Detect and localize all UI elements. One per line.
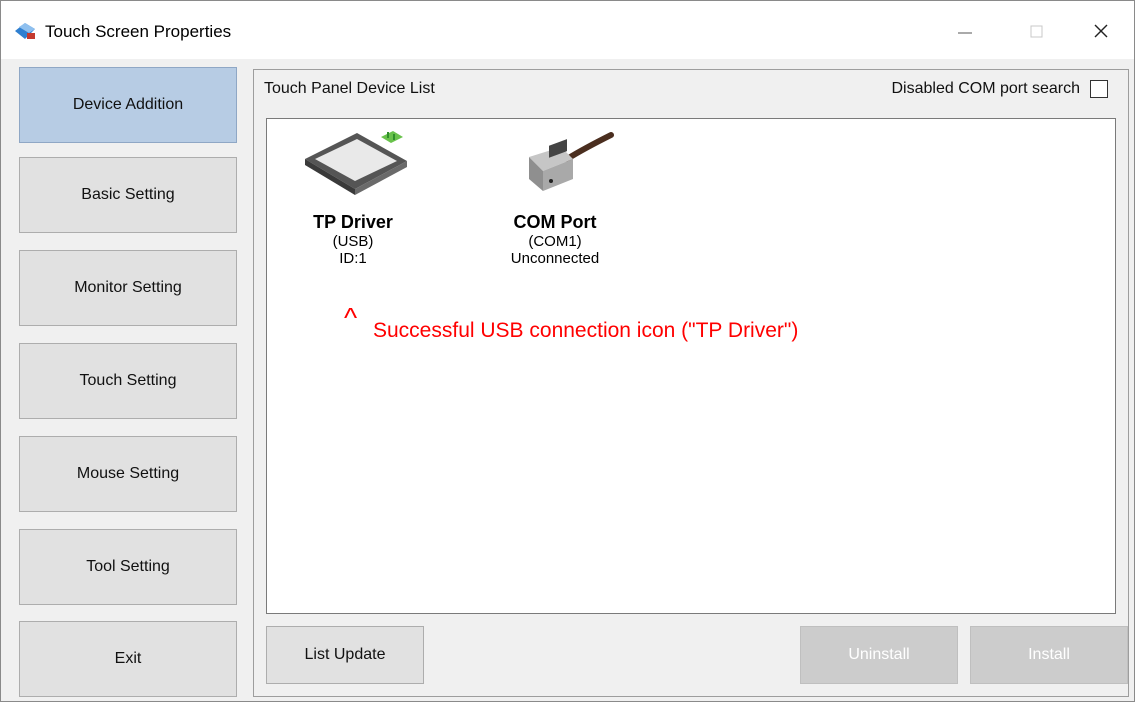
device-com-port[interactable]: COM Port (COM1) Unconnected xyxy=(475,129,635,267)
device-list-group: Touch Panel Device List Disabled COM por… xyxy=(253,69,1129,697)
device-name: TP Driver xyxy=(313,212,393,232)
close-button[interactable] xyxy=(1077,13,1123,51)
list-update-label: List Update xyxy=(304,646,386,663)
app-icon xyxy=(15,23,35,39)
serial-connector-icon xyxy=(529,132,614,191)
device-connection: (USB) xyxy=(332,233,374,250)
sidebar-item-label: Exit xyxy=(114,650,142,667)
com-port-search-option[interactable]: Disabled COM port search xyxy=(891,80,1108,98)
sidebar-item-label: Basic Setting xyxy=(81,186,175,203)
sidebar-item-tool-setting[interactable]: Tool Setting xyxy=(19,529,237,605)
device-connection: (COM1) xyxy=(528,233,582,250)
minimize-icon xyxy=(958,32,972,34)
sidebar-item-touch-setting[interactable]: Touch Setting xyxy=(19,343,237,419)
com-search-checkbox[interactable] xyxy=(1090,80,1108,98)
uninstall-label: Uninstall xyxy=(848,646,910,663)
touch-panel-icon xyxy=(305,131,407,195)
device-list: TP Driver (USB) ID:1 COM Port (COM1) Unc… xyxy=(266,118,1116,614)
close-icon xyxy=(1094,24,1108,38)
sidebar-item-label: Monitor Setting xyxy=(74,279,182,296)
install-button[interactable]: Install xyxy=(970,626,1128,684)
uninstall-button[interactable]: Uninstall xyxy=(800,626,958,684)
maximize-icon xyxy=(1030,25,1043,38)
device-tp-driver[interactable]: TP Driver (USB) ID:1 xyxy=(273,129,433,267)
sidebar-item-mouse-setting[interactable]: Mouse Setting xyxy=(19,436,237,512)
device-status: ID:1 xyxy=(339,250,367,267)
install-label: Install xyxy=(1028,646,1070,663)
device-name: COM Port xyxy=(513,212,597,232)
title-bar[interactable]: Touch Screen Properties xyxy=(1,1,1134,59)
sidebar-item-label: Device Addition xyxy=(72,96,184,113)
device-status: Unconnected xyxy=(510,250,600,267)
sidebar-item-monitor-setting[interactable]: Monitor Setting xyxy=(19,250,237,326)
sidebar-item-label: Touch Setting xyxy=(79,372,177,389)
sidebar-item-device-addition[interactable]: Device Addition xyxy=(19,67,237,143)
sidebar-item-basic-setting[interactable]: Basic Setting xyxy=(19,157,237,233)
annotation-text: Successful USB connection icon ("TP Driv… xyxy=(373,319,799,342)
annotation-caret: ^ xyxy=(344,302,358,333)
group-title: Touch Panel Device List xyxy=(264,80,435,97)
window-title: Touch Screen Properties xyxy=(45,22,232,41)
list-update-button[interactable]: List Update xyxy=(266,626,424,684)
exit-button[interactable]: Exit xyxy=(19,621,237,697)
sidebar-item-label: Tool Setting xyxy=(86,558,170,575)
properties-window: Touch Screen Properties Device Addition … xyxy=(0,0,1135,702)
sidebar-item-label: Mouse Setting xyxy=(76,465,180,482)
maximize-button[interactable] xyxy=(1013,13,1059,51)
com-search-label: Disabled COM port search xyxy=(891,80,1080,97)
minimize-button[interactable] xyxy=(941,13,987,51)
